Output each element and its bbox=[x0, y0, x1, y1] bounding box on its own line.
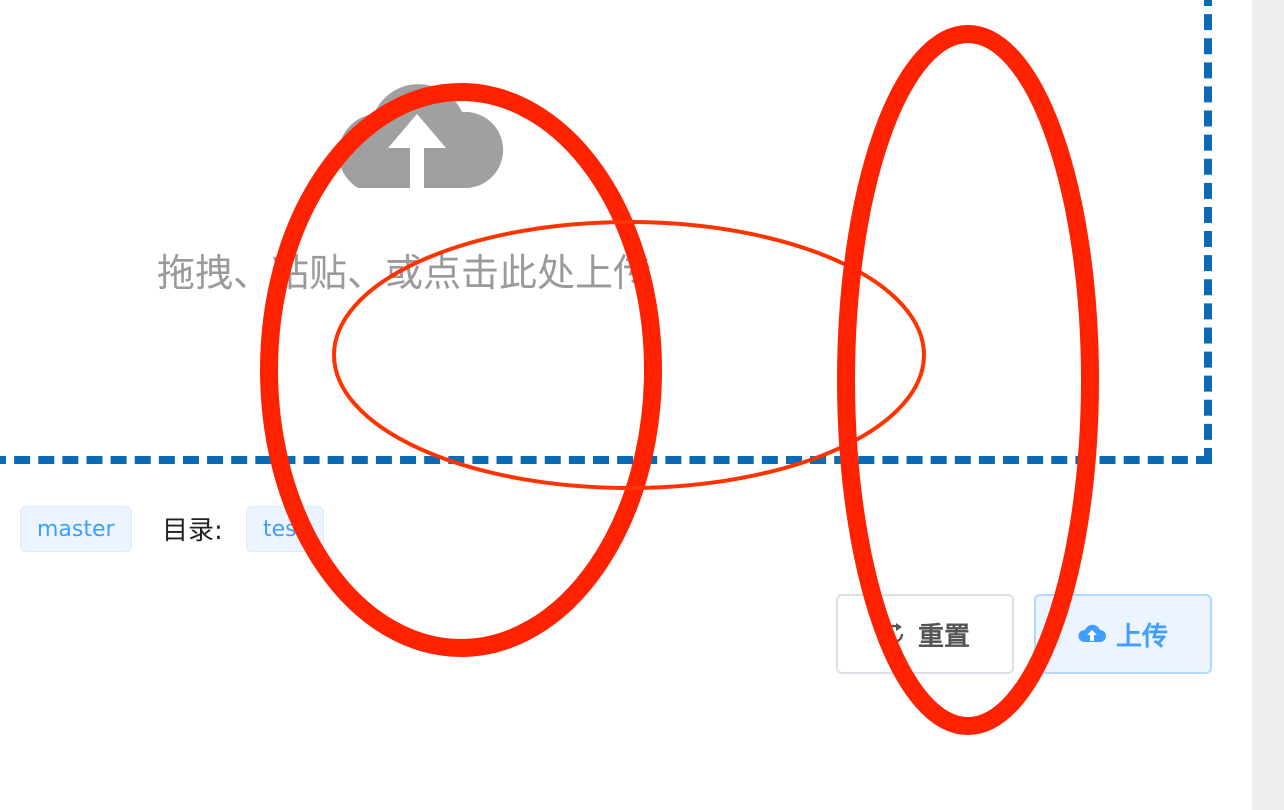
directory-tag: test bbox=[246, 506, 324, 552]
cloud-upload-icon bbox=[338, 84, 504, 188]
upload-button-label: 上传 bbox=[1115, 621, 1168, 652]
upload-dropzone[interactable] bbox=[0, 0, 1212, 464]
cloud-upload-icon bbox=[1078, 624, 1106, 642]
reset-button-label: 重置 bbox=[917, 621, 970, 652]
dropzone-prompt: 拖拽、粘贴、或点击此处上传 bbox=[157, 251, 652, 295]
upload-button[interactable]: 上传 bbox=[1034, 594, 1212, 674]
branch-tag: master bbox=[20, 506, 132, 552]
reset-button[interactable]: 重置 bbox=[836, 594, 1014, 674]
scrollbar[interactable] bbox=[1252, 0, 1284, 810]
upload-page: 拖拽、粘贴、或点击此处上传 master 目录: test 重置 上传 bbox=[0, 0, 1284, 810]
directory-label: 目录: bbox=[162, 516, 223, 546]
refresh-icon bbox=[884, 623, 904, 644]
